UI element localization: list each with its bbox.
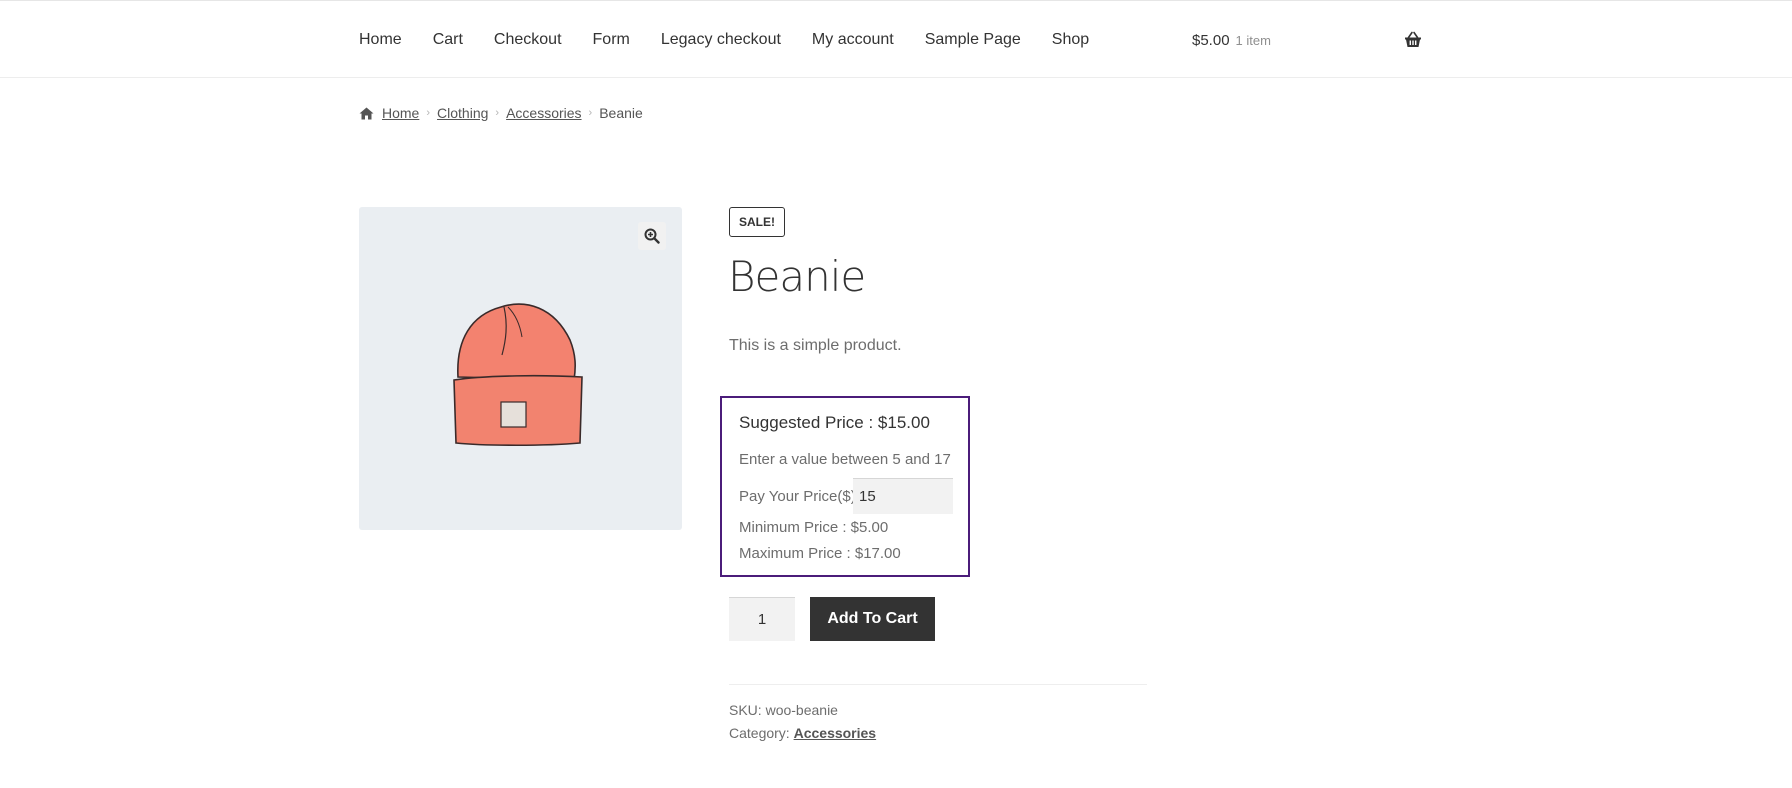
nav-item-checkout[interactable]: Checkout [494,31,562,49]
add-to-cart-button[interactable]: Add To Cart [810,597,935,641]
breadcrumb-separator: › [426,107,431,119]
beanie-product-image[interactable] [446,285,591,450]
nav-item-legacy-checkout[interactable]: Legacy checkout [661,31,781,49]
meta-divider [729,684,1147,685]
nav-item-shop[interactable]: Shop [1052,31,1089,49]
sale-badge: SALE! [729,207,785,237]
breadcrumb-separator: › [588,107,593,119]
header-cart-total: $5.00 [1192,32,1230,49]
breadcrumb: Home › Clothing › Accessories › Beanie [359,105,643,121]
nav-item-cart[interactable]: Cart [433,31,463,49]
quantity-input[interactable] [729,597,795,641]
product-title: Beanie [728,252,866,301]
nav-item-sample-page[interactable]: Sample Page [925,31,1021,49]
basket-icon[interactable] [1404,31,1422,49]
site-header: Home Cart Checkout Form Legacy checkout … [0,1,1792,78]
minimum-price: Minimum Price : $5.00 [739,519,889,536]
home-icon [359,107,374,119]
breadcrumb-separator: › [495,107,500,119]
nav-item-form[interactable]: Form [593,31,630,49]
suggested-price: Suggested Price : $15.00 [739,413,930,432]
breadcrumb-clothing[interactable]: Clothing [437,105,488,121]
zoom-button[interactable] [638,222,666,250]
nav-item-home[interactable]: Home [359,31,402,49]
product-category: Category: Accessories [729,725,876,741]
sku-label: SKU: [729,702,762,718]
header-cart-link[interactable]: $5.00 1 item [1192,32,1271,49]
breadcrumb-current: Beanie [599,105,643,121]
category-link[interactable]: Accessories [794,725,877,741]
pay-your-price-input[interactable] [853,478,953,514]
product-short-description: This is a simple product. [729,337,902,354]
header-cart-count: 1 item [1235,33,1271,48]
price-range-hint: Enter a value between 5 and 17 [739,451,951,468]
sku-value: woo-beanie [765,702,838,718]
category-label: Category: [729,725,790,741]
breadcrumb-accessories[interactable]: Accessories [506,105,581,121]
primary-nav: Home Cart Checkout Form Legacy checkout … [359,31,1120,49]
breadcrumb-home[interactable]: Home [382,105,419,121]
nav-item-my-account[interactable]: My account [812,31,894,49]
product-sku: SKU: woo-beanie [729,702,838,718]
maximum-price: Maximum Price : $17.00 [739,545,901,562]
zoom-icon [644,228,660,244]
pay-your-price-label: Pay Your Price($) [739,488,856,505]
